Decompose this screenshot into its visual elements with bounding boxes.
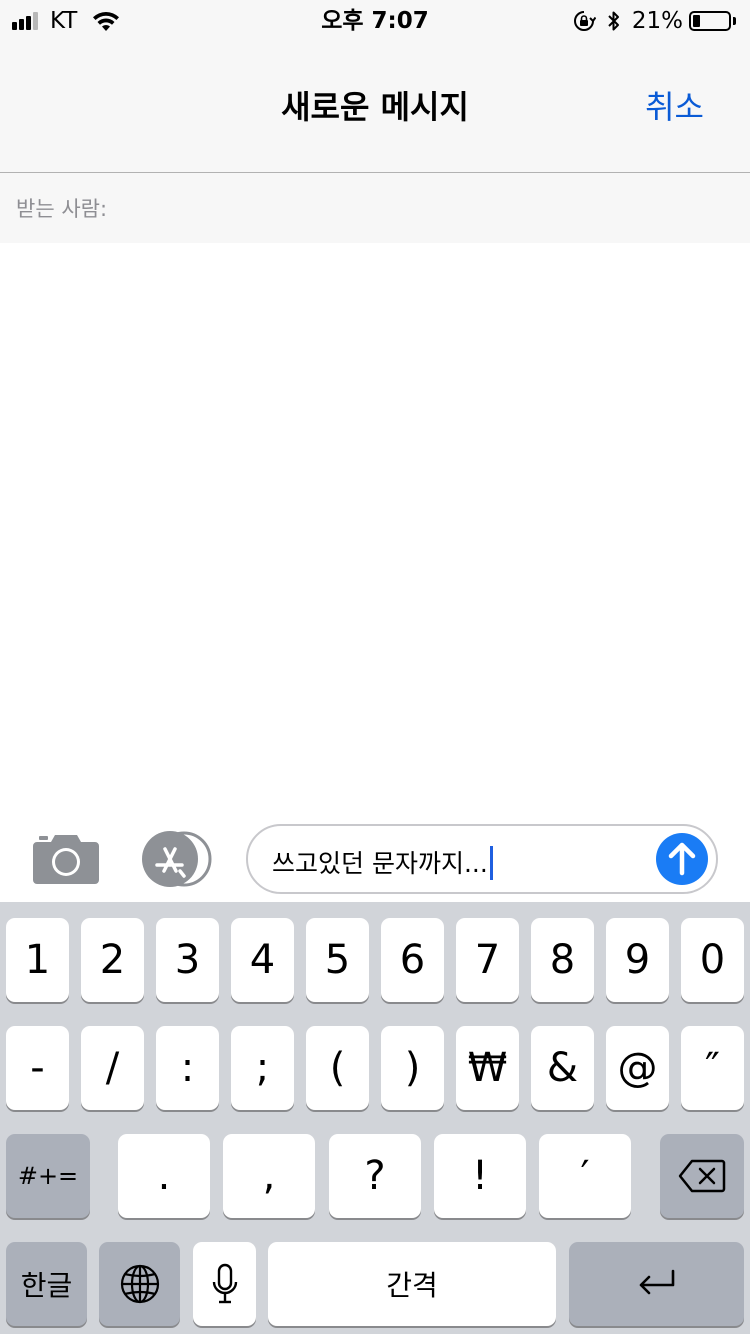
key-ampersand[interactable]: & [531,1026,594,1110]
key-label: ( [329,1045,346,1091]
camera-icon[interactable] [33,832,99,884]
key-label: : [180,1045,195,1091]
app-store-icon[interactable] [140,831,214,887]
conversation-area [0,243,750,805]
key-label: @ [617,1045,658,1091]
message-text-value: 쓰고있던 문자까지... [272,849,488,878]
key-period[interactable]: . [118,1134,210,1218]
key-label: - [30,1045,45,1091]
microphone-icon [212,1263,237,1304]
message-input[interactable]: 쓰고있던 문자까지... [246,824,718,894]
key-label: 7 [474,937,501,983]
key-4[interactable]: 4 [231,918,294,1002]
navigation-bar: 새로운 메시지 취소 [0,40,750,173]
key-comma[interactable]: , [223,1134,315,1218]
recipient-field[interactable]: 받는 사람: [0,173,750,243]
key-5[interactable]: 5 [306,918,369,1002]
key-colon[interactable]: : [156,1026,219,1110]
key-label: ′ [580,1153,590,1199]
key-1[interactable]: 1 [6,918,69,1002]
key-label: . [157,1153,171,1199]
key-prime[interactable]: ′ [539,1134,631,1218]
key-label: 3 [174,937,201,983]
return-icon [639,1269,674,1295]
key-3[interactable]: 3 [156,918,219,1002]
key-hyphen[interactable]: - [6,1026,69,1110]
globe-icon [120,1264,159,1304]
key-close-paren[interactable]: ) [381,1026,444,1110]
key-won[interactable]: ₩ [456,1026,519,1110]
backspace-key[interactable] [660,1134,744,1218]
text-caret [489,846,493,880]
arrow-up-icon [668,842,696,876]
message-text: 쓰고있던 문자까지... [272,844,493,880]
key-label: #+= [17,1162,79,1190]
battery-percentage: 21% [631,8,683,34]
bluetooth-icon [608,11,619,31]
key-label: 1 [24,937,51,983]
key-at[interactable]: @ [606,1026,669,1110]
key-label: ″ [705,1045,720,1091]
key-7[interactable]: 7 [456,918,519,1002]
keyboard: 1 2 3 4 5 6 7 8 9 0 - / : ; ( ) ₩ & @ ″ … [0,902,750,1334]
key-question[interactable]: ? [329,1134,421,1218]
key-label: 5 [324,937,351,983]
battery-level-fill [693,15,700,27]
key-open-paren[interactable]: ( [306,1026,369,1110]
key-label: 0 [699,937,726,983]
key-label: & [546,1045,579,1091]
key-label: ? [364,1153,386,1199]
key-label: 4 [249,937,276,983]
key-label: 9 [624,937,651,983]
status-bar: KT 오후 7:07 21% [0,0,750,40]
send-button[interactable] [656,833,708,885]
key-6[interactable]: 6 [381,918,444,1002]
status-right: 21% [572,6,736,36]
key-2[interactable]: 2 [81,918,144,1002]
key-label: 6 [399,937,426,983]
hangul-key[interactable]: 한글 [6,1242,87,1326]
key-label: ₩ [467,1045,508,1091]
rotation-lock-icon [573,11,596,31]
key-0[interactable]: 0 [681,918,744,1002]
cancel-button[interactable]: 취소 [645,82,704,128]
battery-icon [689,11,731,31]
key-label: 한글 [20,1269,73,1302]
page-title: 새로운 메시지 [281,88,469,126]
key-8[interactable]: 8 [531,918,594,1002]
key-label: ; [255,1045,270,1091]
key-label: 8 [549,937,576,983]
space-key[interactable]: 간격 [268,1242,556,1326]
battery-cap [733,17,736,25]
backspace-icon [678,1159,726,1193]
key-label: ! [471,1153,489,1199]
key-double-quote[interactable]: ″ [681,1026,744,1110]
more-symbols-key[interactable]: #+= [6,1134,90,1218]
key-slash[interactable]: / [81,1026,144,1110]
new-message-screen: KT 오후 7:07 21% 새로운 메시지 취소 받는 사람: 쓰고있던 문자… [0,0,750,1334]
compose-bar: 쓰고있던 문자까지... [0,805,750,902]
key-9[interactable]: 9 [606,918,669,1002]
key-label: 2 [99,937,126,983]
key-label: 간격 [386,1269,438,1302]
key-label: ) [404,1045,421,1091]
key-semicolon[interactable]: ; [231,1026,294,1110]
key-exclamation[interactable]: ! [434,1134,526,1218]
key-label: / [105,1045,120,1091]
microphone-key[interactable] [193,1242,256,1326]
return-key[interactable] [569,1242,744,1326]
key-label: , [262,1153,276,1199]
recipient-label: 받는 사람: [16,197,108,221]
globe-key[interactable] [99,1242,180,1326]
